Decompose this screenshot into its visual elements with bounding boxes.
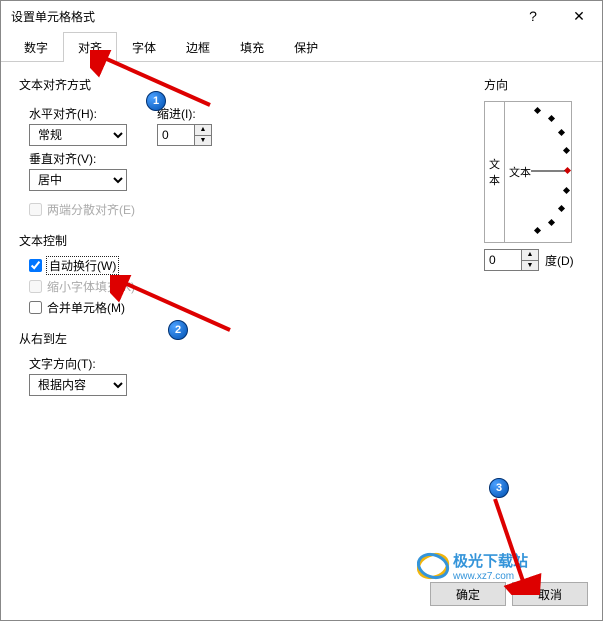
text-alignment-label: 文本对齐方式 [19, 76, 468, 93]
tab-protection[interactable]: 保护 [279, 32, 333, 62]
tab-fill[interactable]: 填充 [225, 32, 279, 62]
indent-label: 缩进(I): [157, 105, 212, 122]
watermark: 极光下载站 www.xz7.com [417, 550, 567, 587]
justify-distributed-label: 两端分散对齐(E) [47, 201, 135, 218]
text-direction-label: 文字方向(T): [29, 355, 468, 372]
tab-alignment[interactable]: 对齐 [63, 32, 117, 62]
orientation-label: 方向 [484, 76, 584, 93]
tab-font[interactable]: 字体 [117, 32, 171, 62]
wrap-text-checkbox[interactable] [29, 259, 42, 272]
annotation-badge-3: 3 [489, 478, 509, 498]
merge-cells-checkbox[interactable] [29, 301, 42, 314]
merge-cells-label: 合并单元格(M) [47, 299, 125, 316]
shrink-fit-checkbox [29, 280, 42, 293]
window-title: 设置单元格格式 [11, 8, 95, 25]
degree-input[interactable] [485, 250, 521, 270]
orientation-diamond-icon [563, 187, 570, 194]
horizontal-align-label: 水平对齐(H): [29, 105, 127, 122]
orientation-diamond-icon [534, 107, 541, 114]
wrap-text-label: 自动换行(W) [47, 257, 118, 274]
orientation-htext: 文本 [509, 164, 531, 180]
orientation-diamond-icon [558, 129, 565, 136]
text-control-label: 文本控制 [19, 232, 468, 249]
orientation-current-icon [564, 167, 571, 174]
orientation-diamond-icon [534, 227, 541, 234]
justify-distributed-checkbox [29, 203, 42, 216]
shrink-fit-label: 缩小字体填充(K) [47, 278, 135, 295]
degree-up[interactable]: ▲ [522, 250, 538, 261]
indent-input[interactable] [158, 125, 194, 145]
titlebar: 设置单元格格式 ? ✕ [1, 1, 602, 31]
horizontal-align-select[interactable]: 常规 [29, 124, 127, 146]
rtl-section-label: 从右到左 [19, 330, 468, 347]
orientation-diamond-icon [548, 115, 555, 122]
annotation-badge-1: 1 [146, 91, 166, 111]
orientation-diamond-icon [548, 219, 555, 226]
orientation-diamond-icon [558, 205, 565, 212]
tab-number[interactable]: 数字 [9, 32, 63, 62]
vertical-align-label: 垂直对齐(V): [29, 150, 468, 167]
help-button[interactable]: ? [510, 1, 556, 31]
text-direction-select[interactable]: 根据内容 [29, 374, 127, 396]
indent-spinner[interactable]: ▲ ▼ [157, 124, 212, 146]
degree-label: 度(D) [545, 252, 574, 269]
tab-strip: 数字 对齐 字体 边框 填充 保护 [1, 31, 602, 62]
tab-border[interactable]: 边框 [171, 32, 225, 62]
format-cells-dialog: 设置单元格格式 ? ✕ 数字 对齐 字体 边框 填充 保护 文本对齐方式 水平对… [0, 0, 603, 621]
degree-spinner[interactable]: ▲ ▼ [484, 249, 539, 271]
orientation-vertical-text[interactable]: 文 本 [485, 102, 505, 242]
degree-down[interactable]: ▼ [522, 261, 538, 271]
orientation-diamond-icon [563, 147, 570, 154]
annotation-badge-2: 2 [168, 320, 188, 340]
close-button[interactable]: ✕ [556, 1, 602, 31]
orientation-dial[interactable]: 文本 [505, 102, 571, 242]
svg-text:极光下载站: 极光下载站 [453, 552, 528, 570]
orientation-control[interactable]: 文 本 文本 [484, 101, 572, 243]
indent-up[interactable]: ▲ [195, 125, 211, 136]
vertical-align-select[interactable]: 居中 [29, 169, 127, 191]
svg-text:www.xz7.com: www.xz7.com [452, 571, 514, 582]
indent-down[interactable]: ▼ [195, 136, 211, 146]
